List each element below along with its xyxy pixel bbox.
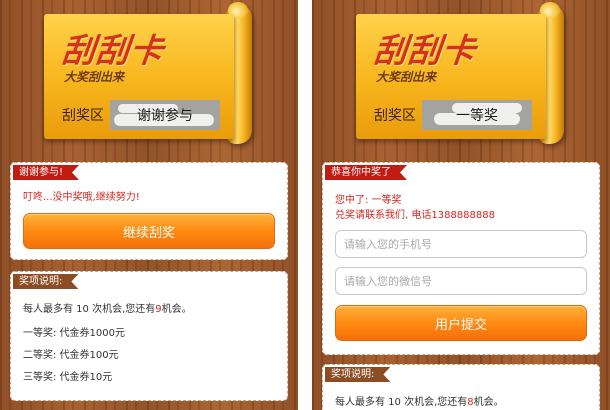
- rules-panel-tag: 奖项说明:: [325, 367, 390, 382]
- prize-item-second: 二等奖: 代金券100元: [23, 350, 119, 361]
- ticket-title: 刮刮卡: [59, 31, 167, 70]
- chances-prefix: 每人最多有 10 次机会,您还有: [335, 397, 468, 408]
- ticket-title: 刮刮卡: [371, 31, 479, 70]
- continue-scratch-button[interactable]: 继续刮奖: [23, 213, 275, 249]
- chances-suffix: 机会。: [161, 304, 192, 315]
- no-win-message: 叮咚...没中奖哦,继续努力!: [23, 192, 140, 203]
- submit-button[interactable]: 用户提交: [335, 305, 587, 341]
- prize-item-third: 三等奖: 代金券10元: [23, 372, 113, 383]
- phone-input[interactable]: [335, 230, 587, 258]
- scratch-area-label: 刮奖区: [374, 108, 416, 124]
- rules-panel: 奖项说明: 每人最多有 10 次机会,您还有9机会。 一等奖: 代金券1000元…: [10, 271, 288, 401]
- rules-panel: 奖项说明: 每人最多有 10 次机会,您还有8机会。: [322, 364, 600, 410]
- result-panel-tag: 谢谢参与!: [13, 165, 79, 180]
- screen-no-win: 刮刮卡 大奖刮出来 刮奖区 谢谢参与 谢谢参与! 叮咚...没中奖哦,继续努力!…: [0, 0, 298, 410]
- chances-line: 每人最多有 10 次机会,您还有9机会。: [23, 305, 192, 315]
- scratch-result: 谢谢参与: [137, 108, 193, 124]
- contact-line: 兑奖请联系我们, 电话1388888888: [335, 210, 495, 221]
- screen-win: 刮刮卡 大奖刮出来 刮奖区 一等奖 恭喜你中奖了 您中了: 一等奖 兑奖请联系我…: [312, 0, 610, 410]
- scratch-card-ticket: 刮刮卡 大奖刮出来 刮奖区 谢谢参与: [44, 14, 234, 139]
- scratch-card-ticket: 刮刮卡 大奖刮出来 刮奖区 一等奖: [356, 14, 546, 139]
- wechat-input[interactable]: [335, 267, 587, 295]
- scratch-area[interactable]: 一等奖: [422, 100, 532, 130]
- win-panel: 恭喜你中奖了 您中了: 一等奖 兑奖请联系我们, 电话1388888888 用户…: [322, 162, 600, 355]
- chances-prefix: 每人最多有 10 次机会,您还有: [23, 304, 156, 315]
- win-panel-tag: 恭喜你中奖了: [325, 165, 407, 180]
- rules-panel-tag: 奖项说明:: [13, 274, 78, 289]
- ticket-subtitle: 大奖刮出来: [376, 70, 437, 84]
- prize-item-first: 一等奖: 代金券1000元: [23, 328, 125, 339]
- won-prize-line: 您中了: 一等奖: [335, 195, 402, 206]
- chances-suffix: 机会。: [473, 397, 504, 408]
- chances-line: 每人最多有 10 次机会,您还有8机会。: [335, 398, 504, 408]
- scratch-area[interactable]: 谢谢参与: [110, 100, 220, 130]
- scratch-result: 一等奖: [456, 108, 498, 124]
- scratch-area-label: 刮奖区: [62, 108, 104, 124]
- ticket-subtitle: 大奖刮出来: [64, 70, 125, 84]
- result-panel: 谢谢参与! 叮咚...没中奖哦,继续努力! 继续刮奖: [10, 162, 288, 260]
